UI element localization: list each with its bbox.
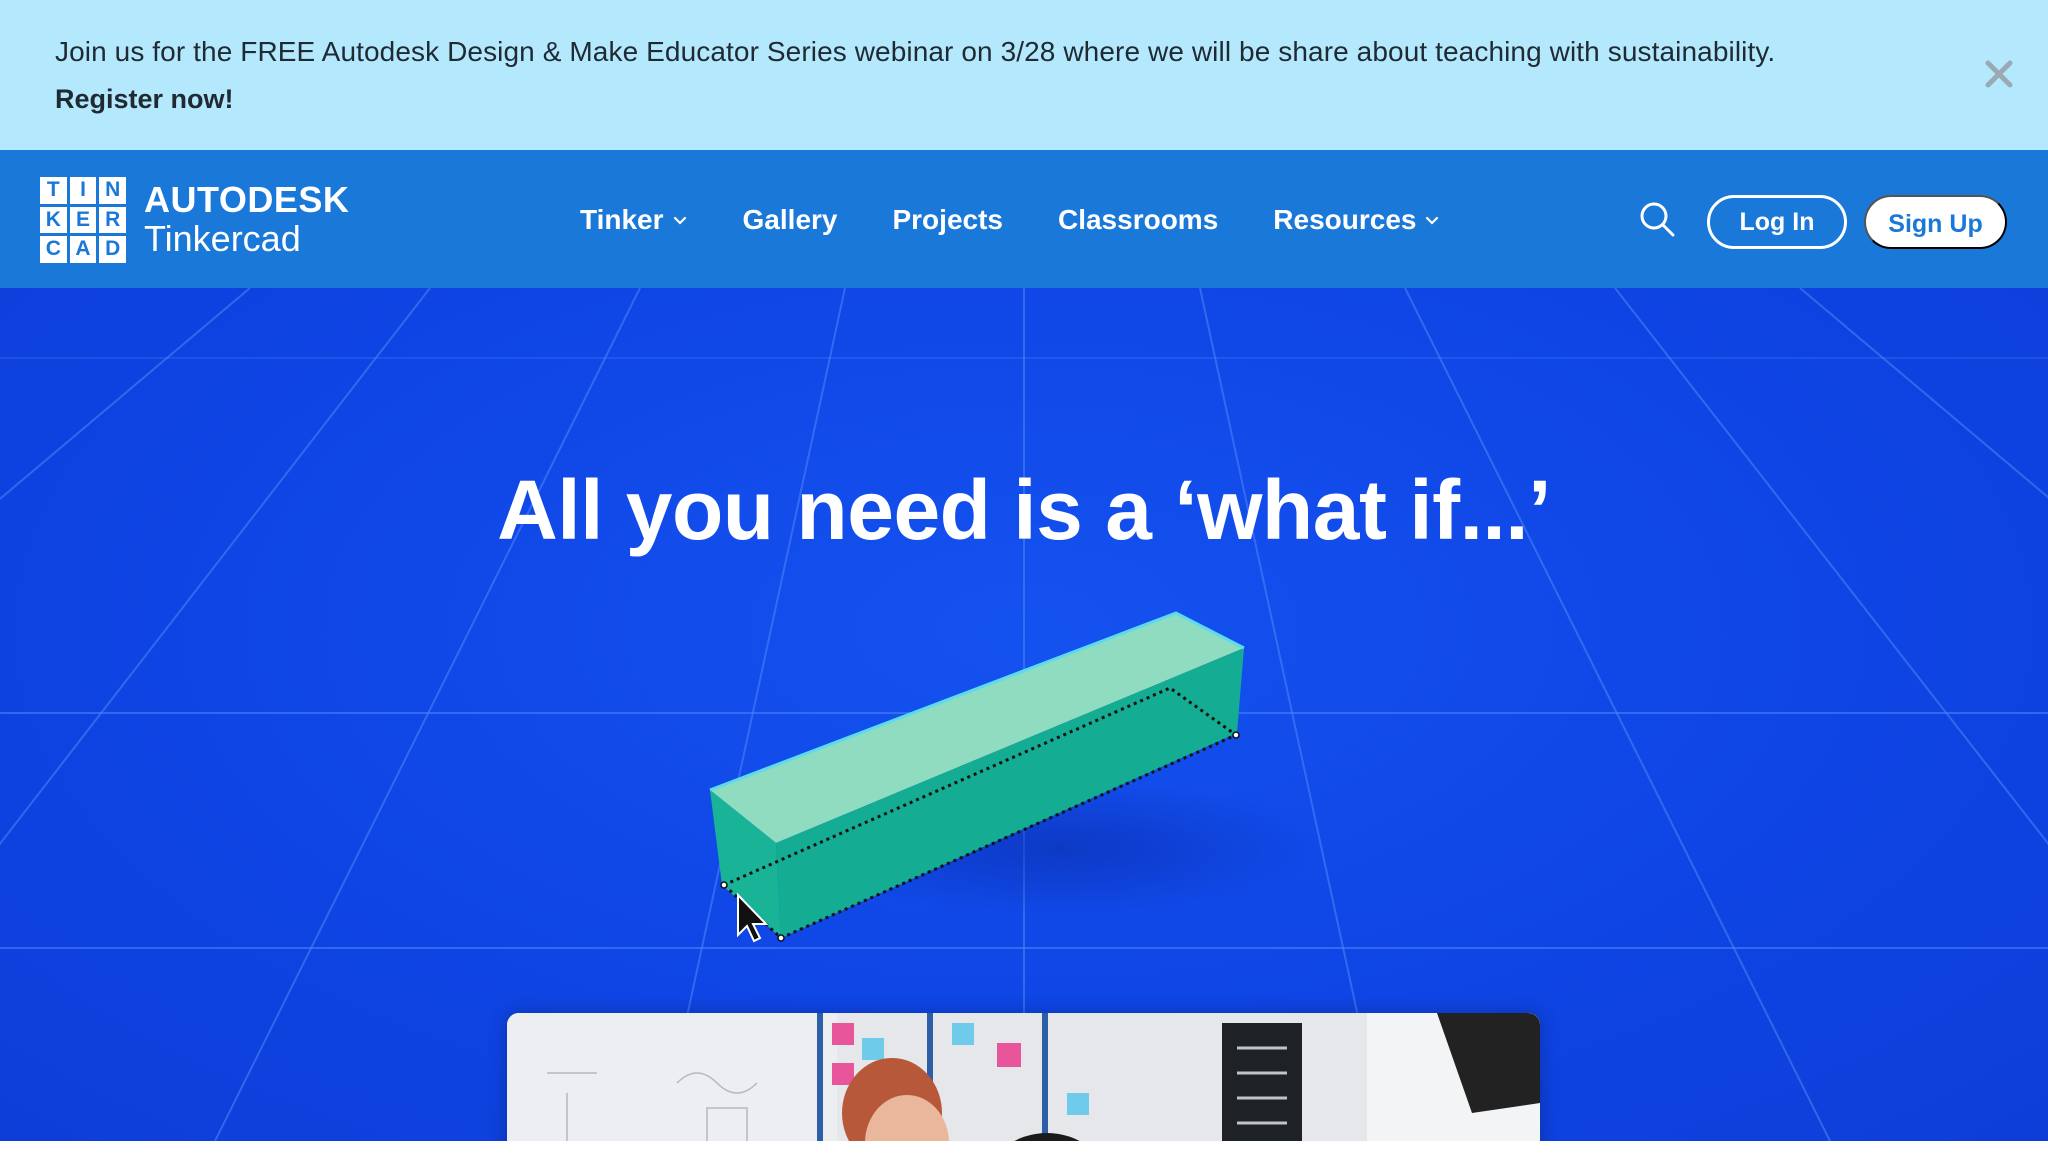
logo-letter: D	[99, 236, 126, 263]
nav-item-classrooms[interactable]: Classrooms	[1058, 200, 1218, 240]
logo-letter: C	[40, 236, 67, 263]
logo-product: Tinkercad	[144, 218, 301, 259]
nav-item-label: Projects	[892, 204, 1003, 235]
logo-letter: N	[99, 177, 126, 204]
nav-item-gallery[interactable]: Gallery	[743, 200, 838, 240]
logo-letter: E	[69, 206, 97, 234]
close-icon[interactable]	[1983, 58, 2015, 90]
announcement-banner: Join us for the FREE Autodesk Design & M…	[0, 0, 2048, 150]
register-link[interactable]: Register now!	[55, 81, 234, 117]
logo-wordmark: AUTODESK Tinkercad	[144, 181, 349, 259]
logo-letter: K	[40, 206, 67, 234]
nav-item-label: Tinker	[580, 204, 664, 235]
site-header: T I N K E R C A D AUTODESK Tinkercad Tin…	[0, 150, 2048, 288]
logo-letter: R	[99, 206, 126, 234]
logo-brand: AUTODESK	[144, 179, 350, 220]
banner-message: Join us for the FREE Autodesk Design & M…	[55, 36, 1776, 67]
logo-letter: T	[40, 177, 67, 204]
chevron-down-icon	[673, 216, 686, 225]
nav-item-label: Gallery	[742, 204, 838, 235]
chevron-down-icon	[1426, 216, 1439, 225]
nav-item-label: Resources	[1273, 204, 1417, 235]
login-button[interactable]: Log In	[1707, 195, 1847, 249]
classroom-photo	[507, 1013, 1540, 1141]
nav-item-tinker[interactable]: Tinker	[580, 200, 688, 240]
logo-grid-icon: T I N K E R C A D	[40, 177, 126, 263]
classroom-photo-illustration	[507, 1013, 1540, 1141]
logo-letter: A	[69, 236, 97, 263]
page-bottom	[0, 1141, 2048, 1176]
nav-item-projects[interactable]: Projects	[892, 200, 1003, 240]
signup-button[interactable]: Sign Up	[1864, 195, 2007, 249]
tinkercad-logo[interactable]: T I N K E R C A D AUTODESK Tinkercad	[40, 177, 349, 263]
nav-item-resources[interactable]: Resources	[1273, 200, 1440, 240]
search-icon[interactable]	[1638, 200, 1676, 238]
hero-section: All you need is a ‘what if...’	[0, 288, 2048, 1141]
main-nav: Tinker Gallery Projects Classrooms Resou…	[580, 200, 1495, 240]
logo-letter: I	[69, 177, 97, 204]
nav-item-label: Classrooms	[1057, 204, 1219, 235]
